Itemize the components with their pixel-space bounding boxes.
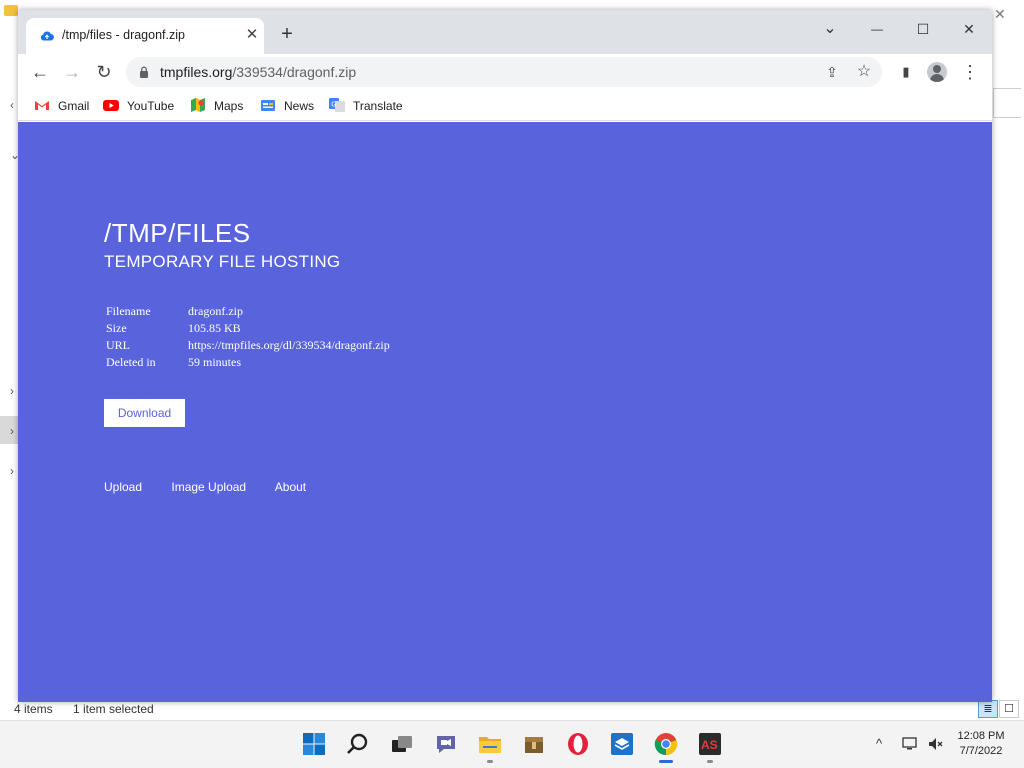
explorer-search-box[interactable] [993,88,1021,118]
table-row: Filename dragonf.zip [104,304,390,321]
search-icon[interactable] [346,732,370,756]
info-value: https://tmpfiles.org/dl/339534/dragonf.z… [188,338,390,352]
explorer-tree-chevron-icon[interactable]: › [10,464,14,478]
side-panel-icon[interactable]: ▮ [892,58,920,86]
url-host: tmpfiles.org [160,64,233,80]
taskbar: AS ^ 12:08 PM 7/7/2022 [0,720,1024,768]
browser-toolbar: ← → ↻ tmpfiles.org/339534/dragonf.zip ⇪ … [18,54,992,90]
address-url[interactable]: tmpfiles.org/339534/dragonf.zip [160,64,356,80]
folder-icon [4,5,18,16]
table-row: Size 105.85 KB [104,321,390,338]
explorer-status-bar: 4 items 1 item selected ≣ ☐ [0,700,1024,720]
clock[interactable]: 12:08 PM 7/7/2022 [950,729,1012,759]
page-content: /TMP/FILES TEMPORARY FILE HOSTING Filena… [18,122,992,702]
share-icon[interactable]: ⇪ [821,61,843,83]
network-icon[interactable] [902,737,918,751]
bookmark-label: YouTube [127,99,175,113]
youtube-icon [103,100,119,111]
tab-title: /tmp/files - dragonf.zip [62,28,185,42]
url-path: /339534/dragonf.zip [232,64,357,80]
start-icon[interactable] [302,732,326,756]
explorer-tree-chevron-icon[interactable]: › [10,424,14,438]
info-value: 105.85 KB [188,321,241,335]
bookmark-star-icon[interactable]: ☆ [853,61,875,83]
table-row: Deleted in 59 minutes [104,355,390,372]
info-value: 59 minutes [188,355,241,369]
news-icon [261,100,275,111]
tab-active[interactable]: /tmp/files - dragonf.zip ✕ [26,18,264,54]
new-tab-icon[interactable]: + [276,24,298,46]
avatar [927,62,947,82]
bookmarks-bar: Gmail YouTube Maps News G Translate [18,90,992,121]
tab-close-icon[interactable]: ✕ [242,25,262,45]
info-value: dragonf.zip [188,304,243,318]
chrome-menu-icon[interactable]: ⋮ [956,58,984,86]
task-view-icon[interactable] [390,732,414,756]
minimize-icon[interactable]: — [854,14,900,44]
tab-search-chevron-icon[interactable]: ⌄ [807,14,853,44]
archive-icon[interactable] [522,732,546,756]
image-upload-link[interactable]: Image Upload [171,480,246,494]
volume-muted-icon[interactable] [928,737,944,751]
reload-icon[interactable]: ↻ [90,58,118,86]
details-view-icon[interactable]: ≣ [978,700,998,718]
running-indicator [487,760,493,763]
maximize-icon[interactable]: ☐ [900,14,946,44]
explorer-selected-tree-item[interactable] [0,416,18,444]
page-title: /TMP/FILES [104,218,251,248]
explorer-close-icon[interactable]: ✕ [994,6,1006,23]
footer-nav: Upload Image Upload About [104,480,332,494]
back-arrow-icon[interactable]: ← [26,58,54,86]
svg-text:AS: AS [701,738,718,752]
running-indicator [707,760,713,763]
teams-chat-icon[interactable] [434,732,458,756]
forward-arrow-icon[interactable]: → [58,58,86,86]
upload-link[interactable]: Upload [104,480,142,494]
download-button[interactable]: Download [104,399,185,427]
info-key: Filename [106,304,151,318]
file-explorer-icon[interactable] [478,732,502,756]
tab-strip: /tmp/files - dragonf.zip ✕ + ⌄ — ☐ ✕ [18,10,992,54]
opera-icon[interactable] [566,732,590,756]
bookmark-label: Translate [353,99,403,113]
gmail-icon [35,101,49,110]
tray-chevron-icon[interactable]: ^ [876,736,882,751]
app-as-icon[interactable]: AS [698,732,722,756]
info-key: URL [106,338,130,352]
svg-text:G: G [331,102,336,109]
explorer-back-icon[interactable]: ‹ [10,98,14,112]
window-close-icon[interactable]: ✕ [946,14,992,44]
table-row: URL https://tmpfiles.org/dl/339534/drago… [104,338,390,355]
address-bar[interactable]: tmpfiles.org/339534/dragonf.zip ⇪ ☆ [126,57,882,87]
clock-date: 7/7/2022 [959,745,1003,757]
active-indicator [659,760,673,763]
about-link[interactable]: About [275,480,306,494]
bookmark-label: News [284,99,315,113]
profile-avatar-icon[interactable] [923,58,951,86]
info-key: Size [106,321,127,335]
page-subtitle: TEMPORARY FILE HOSTING [104,252,341,271]
clock-time: 12:08 PM [957,730,1005,742]
translate-icon: G [329,98,345,112]
bookmark-label: Maps [214,99,244,113]
bookmark-label: Gmail [58,99,90,113]
cloud-upload-icon [40,31,54,41]
chrome-window: /tmp/files - dragonf.zip ✕ + ⌄ — ☐ ✕ ← →… [18,10,992,702]
status-item-count: 4 items [14,702,53,716]
chrome-icon[interactable] [654,732,678,756]
tiles-view-icon[interactable]: ☐ [999,700,1019,718]
sandbox-icon[interactable] [610,732,634,756]
info-key: Deleted in [106,355,156,369]
explorer-tree-chevron-icon[interactable]: › [10,384,14,398]
maps-icon [191,98,205,112]
file-info-table: Filename dragonf.zip Size 105.85 KB URL … [104,304,390,372]
lock-icon[interactable] [139,66,149,78]
status-selected-count: 1 item selected [73,702,154,716]
